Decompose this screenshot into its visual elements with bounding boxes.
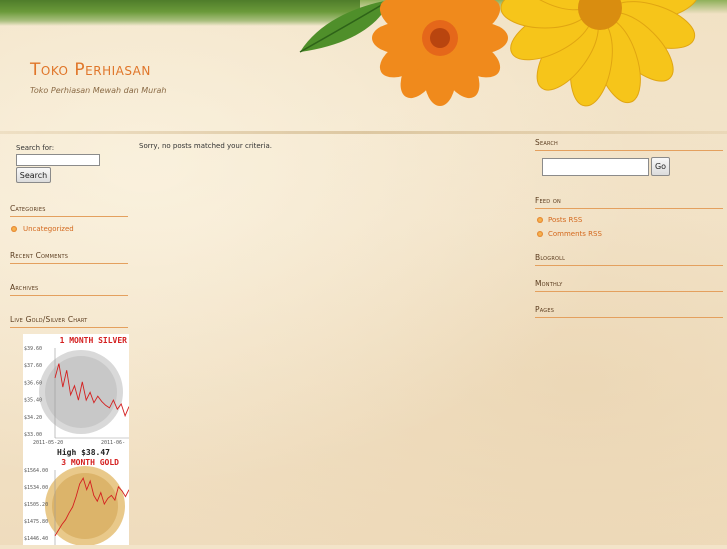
y-tick-label: $39.60	[24, 346, 42, 352]
go-button[interactable]: Go	[651, 157, 670, 176]
bullet-icon	[537, 217, 543, 223]
search-for-label: Search for:	[16, 144, 55, 152]
gold-chart: 3 MONTH GOLD $1564.00 $1534.00 $1505.20 $14…	[23, 458, 130, 546]
pages-rule	[535, 317, 723, 318]
right-search-title: Search	[535, 138, 559, 147]
feed-rule	[535, 208, 723, 209]
y-tick-label: $37.60	[24, 363, 42, 369]
right-search-input[interactable]	[542, 158, 649, 176]
live-chart-title: Live Gold/Silver Chart	[10, 315, 88, 324]
categories-rule	[10, 216, 128, 217]
category-link-uncategorized[interactable]: Uncategorized	[23, 225, 74, 233]
flowers-decoration	[299, 0, 699, 107]
left-search-button[interactable]: Search	[16, 167, 51, 183]
feed-title: Feed on	[535, 196, 561, 205]
no-posts-message: Sorry, no posts matched your criteria.	[139, 142, 273, 150]
x-tick-label: 2011-06-	[101, 440, 125, 446]
categories-title: Categories	[10, 204, 46, 213]
left-search-input[interactable]	[16, 154, 100, 166]
y-tick-label: $33.00	[24, 432, 42, 438]
archives-rule	[10, 295, 128, 296]
bullet-icon	[537, 231, 543, 237]
y-tick-label: $1534.00	[24, 485, 48, 491]
pages-title: Pages	[535, 305, 555, 314]
chart-title: 3 MONTH GOLD	[61, 458, 119, 467]
y-tick-label: $1446.40	[24, 536, 48, 542]
y-tick-label: $1475.80	[24, 519, 48, 525]
recent-comments-title: Recent Comments	[10, 251, 69, 260]
y-tick-label: $34.20	[24, 415, 42, 421]
y-tick-label: $36.60	[24, 380, 42, 386]
y-tick-label: $35.40	[24, 398, 42, 404]
monthly-title: Monthly	[535, 279, 563, 288]
y-tick-label: $1564.00	[24, 468, 48, 474]
site-title[interactable]: Toko Perhiasan	[30, 60, 151, 80]
x-tick-label: 2011-05-20	[33, 440, 63, 446]
monthly-rule	[535, 291, 723, 292]
chart-title: 1 MONTH SILVER	[60, 336, 128, 345]
header-divider	[0, 131, 727, 134]
site-tagline: Toko Perhiasan Mewah dan Murah	[30, 86, 167, 95]
archives-title: Archives	[10, 283, 39, 292]
blogroll-rule	[535, 265, 723, 266]
posts-rss-link[interactable]: Posts RSS	[548, 216, 582, 224]
silver-chart: 1 MONTH SILVER $39.60 $37.60 $36.60 $35.40 $…	[23, 334, 130, 458]
comments-rss-link[interactable]: Comments RSS	[548, 230, 602, 238]
recent-comments-rule	[10, 263, 128, 264]
y-tick-label: $1505.20	[24, 502, 48, 508]
bullet-icon	[11, 226, 17, 232]
live-chart-rule	[10, 327, 128, 328]
right-search-rule	[535, 150, 723, 151]
blogroll-title: Blogroll	[535, 253, 566, 262]
chart-footer: High $38.47	[57, 447, 110, 457]
